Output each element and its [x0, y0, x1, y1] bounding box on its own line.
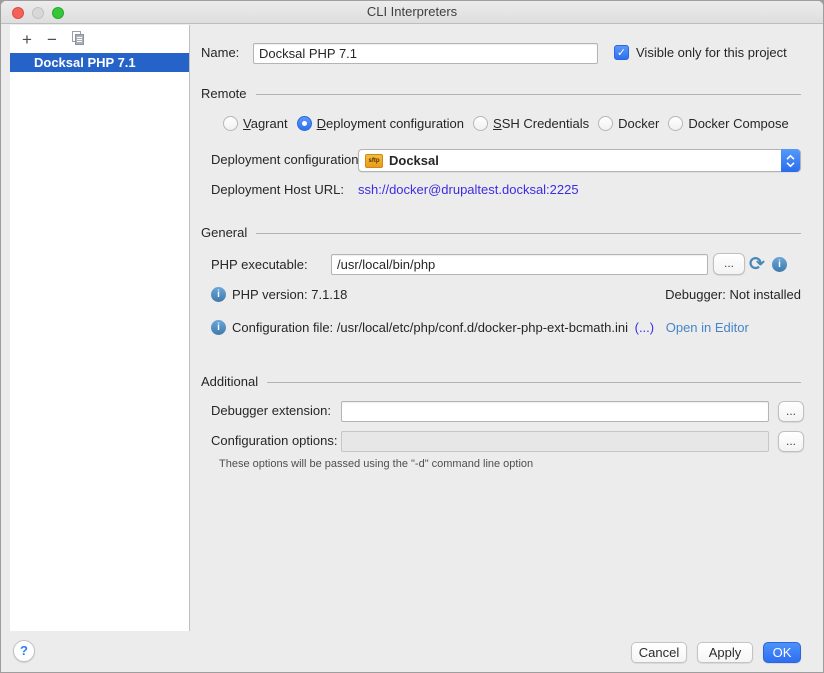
options-hint-text: These options will be passed using the "…: [219, 458, 824, 470]
name-row: Name: ✓ Visible only for this project: [190, 42, 824, 66]
browse-php-executable-button[interactable]: ...: [713, 253, 745, 275]
section-divider: [256, 233, 801, 234]
debugger-extension-input[interactable]: [341, 401, 769, 422]
configuration-file-path: Configuration file: /usr/local/etc/php/c…: [232, 320, 628, 335]
list-item-docksal-php[interactable]: Docksal PHP 7.1: [10, 53, 189, 72]
deployment-configuration-value: Docksal: [389, 153, 439, 168]
help-button[interactable]: ?: [13, 640, 35, 662]
radio-circle-icon: [473, 116, 488, 131]
php-version-row: i PHP version: 7.1.18 Debugger: Not inst…: [190, 285, 824, 305]
info-icon[interactable]: i: [772, 257, 787, 272]
configuration-options-label: Configuration options:: [211, 430, 337, 452]
radio-deployment-configuration[interactable]: Deployment configuration: [297, 116, 464, 131]
deployment-host-url-row: Deployment Host URL: ssh://docker@drupal…: [190, 179, 824, 201]
general-section-label: General: [201, 225, 247, 240]
radio-selected-icon: [297, 116, 312, 131]
debugger-status-text: Debugger: Not installed: [665, 285, 801, 304]
debugger-extension-row: Debugger extension: ...: [190, 400, 824, 424]
remote-section-header: Remote: [201, 85, 801, 101]
list-toolbar: + −: [10, 25, 189, 53]
titlebar[interactable]: CLI Interpreters: [1, 1, 823, 24]
section-divider: [267, 382, 801, 383]
deployment-configuration-row: Deployment configuration: sftp Docksal: [190, 148, 824, 173]
browse-debugger-extension-button[interactable]: ...: [778, 401, 804, 422]
add-interpreter-button[interactable]: +: [20, 32, 34, 48]
apply-button[interactable]: Apply: [697, 642, 753, 663]
interpreters-list-panel: + − Docksal PHP 7.1: [10, 25, 190, 631]
cli-interpreters-dialog: CLI Interpreters + − Docksal PHP 7.1 Nam…: [0, 0, 824, 673]
reload-phpinfo-icon[interactable]: ⟳: [749, 255, 765, 273]
radio-vagrant-label: Vagrant: [243, 116, 288, 131]
debugger-extension-label: Debugger extension:: [211, 400, 331, 422]
configuration-file-row: i Configuration file: /usr/local/etc/php…: [190, 318, 824, 338]
php-executable-input[interactable]: [331, 254, 708, 275]
general-section-header: General: [201, 224, 801, 240]
sftp-icon: sftp: [365, 154, 383, 168]
info-icon[interactable]: i: [211, 320, 226, 335]
radio-docker-compose[interactable]: Docker Compose: [668, 116, 788, 131]
info-icon[interactable]: i: [211, 287, 226, 302]
configuration-file-text: Configuration file: /usr/local/etc/php/c…: [232, 318, 749, 337]
configuration-options-input[interactable]: [341, 431, 769, 452]
radio-ssh-label: SSH Credentials: [493, 116, 589, 131]
radio-circle-icon: [668, 116, 683, 131]
name-label: Name:: [201, 42, 239, 64]
ok-button[interactable]: OK: [763, 642, 801, 663]
configuration-options-row: Configuration options: ...: [190, 430, 824, 454]
radio-docker[interactable]: Docker: [598, 116, 659, 131]
section-divider: [256, 94, 801, 95]
cancel-button[interactable]: Cancel: [631, 642, 687, 663]
php-executable-label: PHP executable:: [211, 253, 308, 276]
open-in-editor-link[interactable]: Open in Editor: [666, 320, 749, 335]
deployment-host-url-label: Deployment Host URL:: [211, 179, 344, 201]
radio-docker-compose-label: Docker Compose: [688, 116, 788, 131]
deployment-configuration-label: Deployment configuration:: [211, 148, 362, 172]
remote-type-radio-row: Vagrant Deployment configuration SSH Cre…: [223, 113, 789, 133]
radio-deployment-label: Deployment configuration: [317, 116, 464, 131]
radio-vagrant[interactable]: Vagrant: [223, 116, 288, 131]
deployment-configuration-dropdown[interactable]: sftp Docksal: [358, 149, 801, 172]
php-executable-row: PHP executable: ... ⟳ i: [190, 253, 824, 278]
visible-only-checkbox[interactable]: ✓: [614, 45, 629, 60]
additional-section-label: Additional: [201, 374, 258, 389]
chevron-up-down-icon: [781, 149, 800, 172]
radio-circle-icon: [598, 116, 613, 131]
php-version-text: PHP version: 7.1.18: [232, 285, 347, 304]
name-input[interactable]: [253, 43, 598, 64]
visible-only-label[interactable]: Visible only for this project: [636, 42, 787, 63]
remote-section-label: Remote: [201, 86, 247, 101]
additional-section-header: Additional: [201, 373, 801, 389]
configuration-file-more-link[interactable]: (...): [635, 320, 655, 335]
radio-docker-label: Docker: [618, 116, 659, 131]
browse-configuration-options-button[interactable]: ...: [778, 431, 804, 452]
copy-interpreter-icon[interactable]: [70, 31, 86, 49]
window-title: CLI Interpreters: [1, 4, 823, 19]
interpreter-settings-panel: Name: ✓ Visible only for this project Re…: [190, 24, 824, 631]
radio-circle-icon: [223, 116, 238, 131]
remove-interpreter-button[interactable]: −: [45, 32, 59, 48]
radio-ssh-credentials[interactable]: SSH Credentials: [473, 116, 589, 131]
deployment-host-url-link[interactable]: ssh://docker@drupaltest.docksal:2225: [358, 179, 579, 201]
